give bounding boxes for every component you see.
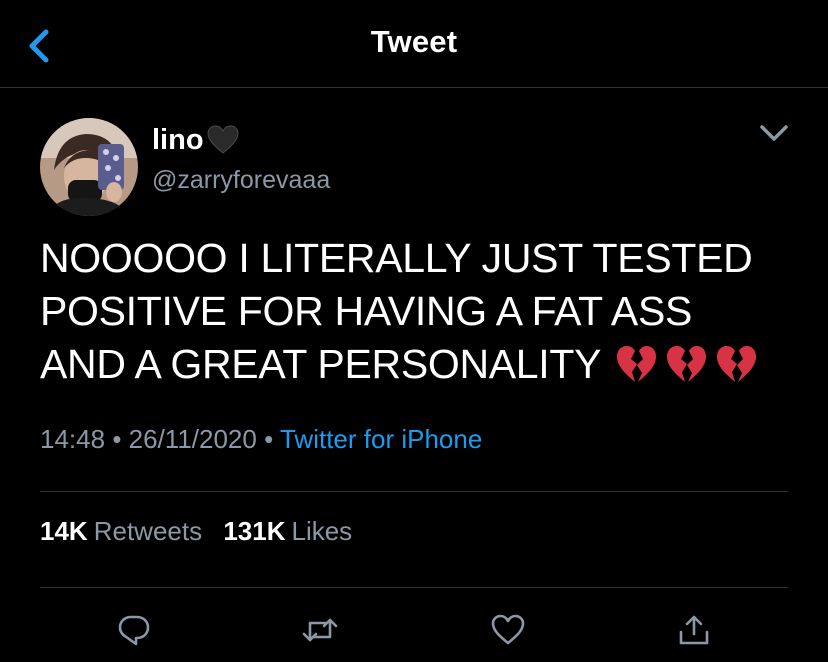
display-name-row[interactable]: lino [152, 122, 239, 158]
reply-button[interactable] [114, 610, 154, 650]
broken-heart-icon [717, 346, 757, 382]
tweet-line: AND A GREAT PERSONALITY [40, 338, 800, 397]
likes-stat[interactable]: 131K Likes [223, 516, 352, 547]
tweet-line-text: AND A GREAT PERSONALITY [40, 341, 602, 387]
tweet-date: 26/11/2020 [128, 424, 257, 454]
more-options-button[interactable] [754, 118, 794, 148]
share-icon [679, 615, 709, 645]
broken-heart-emojis [615, 344, 765, 397]
divider [40, 587, 788, 588]
retweets-stat[interactable]: 14K Retweets [40, 516, 202, 547]
likes-count: 131K [223, 516, 286, 546]
like-button[interactable] [488, 610, 528, 650]
retweet-button[interactable] [300, 610, 340, 650]
tweet-text: NOOOOO I LITERALLY JUST TESTED POSITIVE … [40, 232, 800, 397]
tweet-source-link[interactable]: Twitter for iPhone [280, 424, 482, 454]
share-button[interactable] [674, 610, 714, 650]
retweet-icon [302, 618, 338, 642]
tweet-line: NOOOOO I LITERALLY JUST TESTED [40, 235, 753, 281]
heart-icon [491, 614, 525, 645]
meta-separator: • [112, 424, 122, 454]
top-nav-bar: Tweet [0, 0, 828, 88]
broken-heart-icon [617, 346, 657, 382]
likes-label: Likes [291, 516, 353, 546]
author-handle[interactable]: @zarryforevaaa [152, 166, 330, 195]
retweets-label: Retweets [93, 516, 203, 546]
avatar[interactable] [40, 118, 138, 216]
display-name: lino [152, 123, 204, 156]
tweet-line: POSITIVE FOR HAVING A FAT ASS [40, 288, 693, 334]
tweet-meta: 14:48 • 26/11/2020 • Twitter for iPhone [40, 424, 482, 455]
divider [40, 491, 788, 492]
nav-title: Tweet [370, 24, 458, 59]
chevron-down-icon [760, 125, 788, 141]
reply-icon [118, 615, 150, 646]
tweet-time: 14:48 [40, 424, 106, 454]
broken-heart-icon [667, 346, 707, 382]
tweet-stats: 14K Retweets 131K Likes [40, 516, 366, 547]
action-bar [0, 610, 828, 650]
black-heart-emoji [207, 125, 239, 154]
retweets-count: 14K [40, 516, 88, 546]
meta-separator: • [264, 424, 274, 454]
